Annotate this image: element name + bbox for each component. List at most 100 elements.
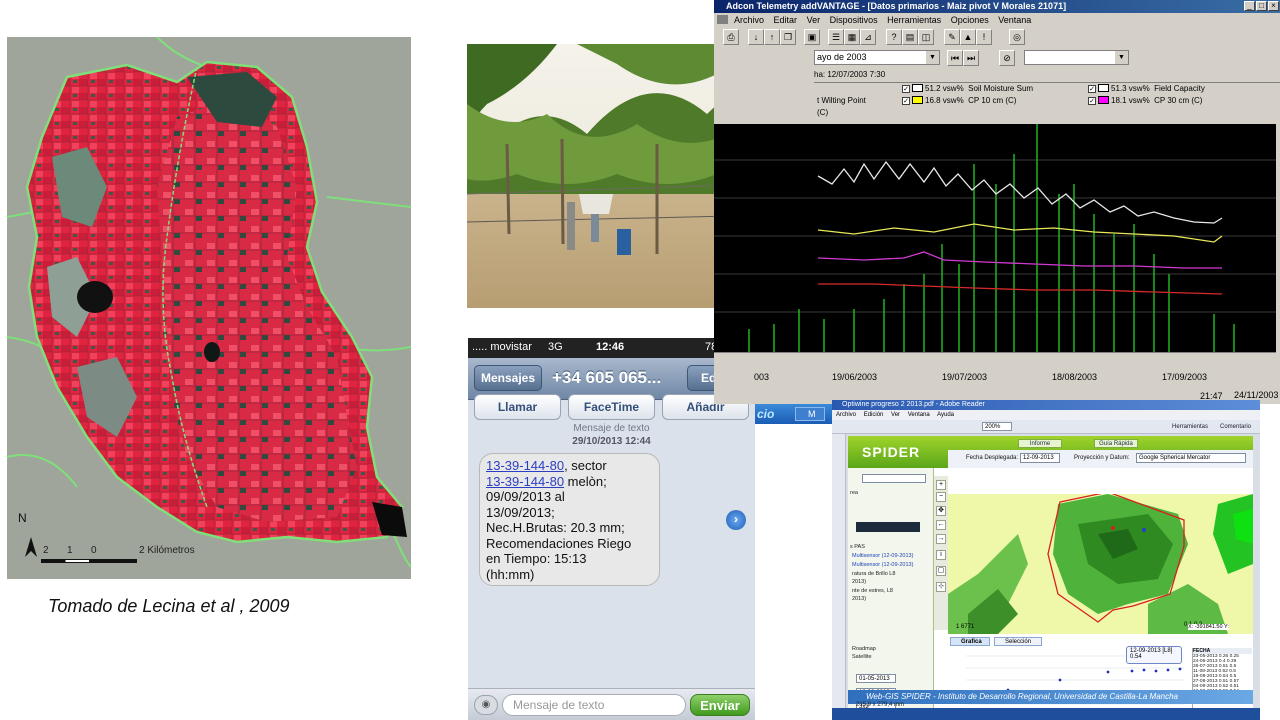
send-button[interactable]: Enviar	[690, 694, 750, 716]
legend-cp30[interactable]: ✓ 18.1 vsw% CP 30 cm (C)	[1088, 95, 1202, 107]
panel-text: rea	[850, 490, 858, 496]
checkbox-icon[interactable]: ✓	[902, 85, 910, 93]
scale-label-1: 1	[67, 545, 73, 556]
alert-icon[interactable]: !	[976, 29, 992, 45]
last-icon[interactable]: ⏭	[963, 50, 979, 66]
menu-editar[interactable]: Editar	[774, 15, 798, 25]
adcon-title: Adcon Telemetry addVANTAGE - [Datos prim…	[714, 0, 1280, 13]
help-icon[interactable]: ?	[886, 29, 902, 45]
arrow-left-icon[interactable]: ←	[936, 520, 946, 530]
message-input[interactable]: Mensaje de texto	[502, 694, 686, 716]
guia-rapida-tab[interactable]: Guía Rápida	[1094, 439, 1138, 448]
chevron-down-icon[interactable]: ▼	[926, 51, 939, 64]
basemap-roadmap[interactable]: Roadmap	[852, 646, 876, 652]
reader-menubar: Archivo Edición Ver Ventana Ayuda	[832, 410, 1260, 420]
start-fragment[interactable]: cio	[757, 407, 774, 421]
print-icon[interactable]: ⎙	[723, 29, 739, 45]
legend-cp10[interactable]: ✓ 16.8 vsw% CP 10 cm (C)	[902, 95, 1016, 107]
start-date-input[interactable]: 01-05-2013	[856, 674, 896, 683]
grafica-tab[interactable]: Grafica	[950, 637, 990, 646]
document-icon[interactable]: ▤	[902, 29, 918, 45]
date-select[interactable]: 12-09-2013	[1020, 453, 1060, 463]
globe-icon[interactable]: ◎	[1009, 29, 1025, 45]
first-icon[interactable]: ⏮	[947, 50, 963, 66]
legend-value: 16.8 vsw%	[925, 96, 964, 105]
sensor-select[interactable]: ▼	[1024, 50, 1129, 65]
ndvi-map[interactable]: 1 6771 0.1 0.2	[948, 494, 1253, 634]
sector-link-2[interactable]: 13-39-144-80	[486, 474, 564, 489]
menu-herramientas[interactable]: Herramientas	[887, 15, 941, 25]
menu-ver[interactable]: Ver	[807, 15, 821, 25]
camera-icon[interactable]: ◉	[474, 695, 498, 715]
satellite-map: N 2 1 0 2 Kilómetros	[7, 37, 411, 579]
menu-opciones[interactable]: Opciones	[951, 15, 989, 25]
lock-icon[interactable]: ▲	[960, 29, 976, 45]
menu-archivo[interactable]: Archivo	[836, 412, 856, 418]
menu-dispositivos[interactable]: Dispositivos	[830, 15, 878, 25]
projection-select[interactable]: Google Spherical Mercator	[1136, 453, 1246, 463]
select-icon[interactable]: ▢	[936, 566, 946, 576]
adcon-menubar: Archivo Editar Ver Dispositivos Herramie…	[714, 13, 1280, 27]
sector-link-1[interactable]: 13-39-144-80	[486, 458, 564, 473]
panel-text: s PAS	[850, 544, 865, 550]
chevron-down-icon[interactable]: ▼	[1115, 51, 1128, 64]
menu-edicion[interactable]: Edición	[864, 412, 884, 418]
seleccion-tab[interactable]: Selección	[994, 637, 1042, 646]
device-icon[interactable]: ▣	[804, 29, 820, 45]
legend-soil-moisture[interactable]: ✓ 51.2 vsw% Soil Moisture Sum	[902, 83, 1033, 95]
pin-icon[interactable]: ⊘	[999, 50, 1015, 66]
maximize-icon[interactable]: □	[1256, 1, 1267, 11]
message-type-label: Mensaje de texto	[573, 423, 650, 434]
layer-item[interactable]: nte de estres, L8	[852, 588, 893, 594]
zoom-in-icon[interactable]: +	[936, 480, 946, 490]
measure-icon[interactable]: ⊹	[936, 582, 946, 592]
call-button[interactable]: Llamar	[474, 394, 561, 420]
legend-swatch	[1098, 84, 1109, 92]
table-icon[interactable]: ☰	[828, 29, 844, 45]
forward-arrow-icon[interactable]: ›	[726, 510, 746, 530]
minimize-icon[interactable]: _	[1244, 1, 1255, 11]
taskbar-item[interactable]: M	[795, 407, 825, 421]
checkbox-icon[interactable]: ✓	[902, 97, 910, 105]
tools-tab[interactable]: Herramientas	[1172, 422, 1208, 432]
menu-ventana[interactable]: Ventana	[908, 412, 930, 418]
plot-scrollbar[interactable]	[714, 352, 1276, 372]
zoom-select[interactable]: 200%	[982, 422, 1012, 431]
menu-archivo[interactable]: Archivo	[734, 15, 764, 25]
zoom-out-icon[interactable]: −	[936, 492, 946, 502]
menu-ventana[interactable]: Ventana	[998, 15, 1031, 25]
menu-ayuda[interactable]: Ayuda	[937, 412, 954, 418]
facetime-button[interactable]: FaceTime	[568, 394, 655, 420]
grid-icon[interactable]: ▦	[844, 29, 860, 45]
copy-icon[interactable]: ❐	[780, 29, 796, 45]
date-range-select[interactable]: ayo de 2003 ▼	[814, 50, 940, 65]
settings-icon[interactable]: ✎	[944, 29, 960, 45]
layer-item[interactable]: Multisensor (12-09-2013)	[852, 562, 913, 568]
message-text: 13/09/2013;	[486, 504, 555, 520]
coords-readout: X: -391841.50 Y:	[1188, 624, 1229, 630]
menu-ver[interactable]: Ver	[891, 412, 900, 418]
info-icon[interactable]: i	[936, 550, 946, 560]
layer-item[interactable]: Multisensor (12-09-2013)	[852, 553, 913, 559]
close-icon[interactable]: ×	[1268, 1, 1279, 11]
spider-banner: Web-GIS SPIDER - Instituto de Desarrollo…	[848, 690, 1253, 704]
legend-value: 51.2 vsw%	[925, 84, 964, 93]
legend-field-capacity[interactable]: ✓ 51.3 vsw% Field Capacity	[1088, 83, 1205, 95]
arrow-right-icon[interactable]: →	[936, 534, 946, 544]
checkbox-icon[interactable]: ✓	[1088, 85, 1096, 93]
informe-tab[interactable]: Informe	[1018, 439, 1062, 448]
upload-icon[interactable]: ↑	[764, 29, 780, 45]
checkbox-icon[interactable]: ✓	[1088, 97, 1096, 105]
layer-item[interactable]: ratura de Brillo L8	[852, 571, 895, 577]
graph-icon[interactable]: ⊿	[860, 29, 876, 45]
back-to-messages-button[interactable]: Mensajes	[474, 365, 542, 391]
north-label: N	[18, 511, 27, 525]
map-canvas	[7, 37, 411, 568]
download-icon[interactable]: ↓	[748, 29, 764, 45]
layer-select[interactable]	[862, 474, 926, 483]
layer-toolbar	[856, 522, 920, 532]
pan-icon[interactable]: ✥	[936, 506, 946, 516]
open-icon[interactable]: ◫	[918, 29, 934, 45]
basemap-satellite[interactable]: Satellite	[852, 654, 872, 660]
comment-tab[interactable]: Comentario	[1220, 422, 1251, 432]
